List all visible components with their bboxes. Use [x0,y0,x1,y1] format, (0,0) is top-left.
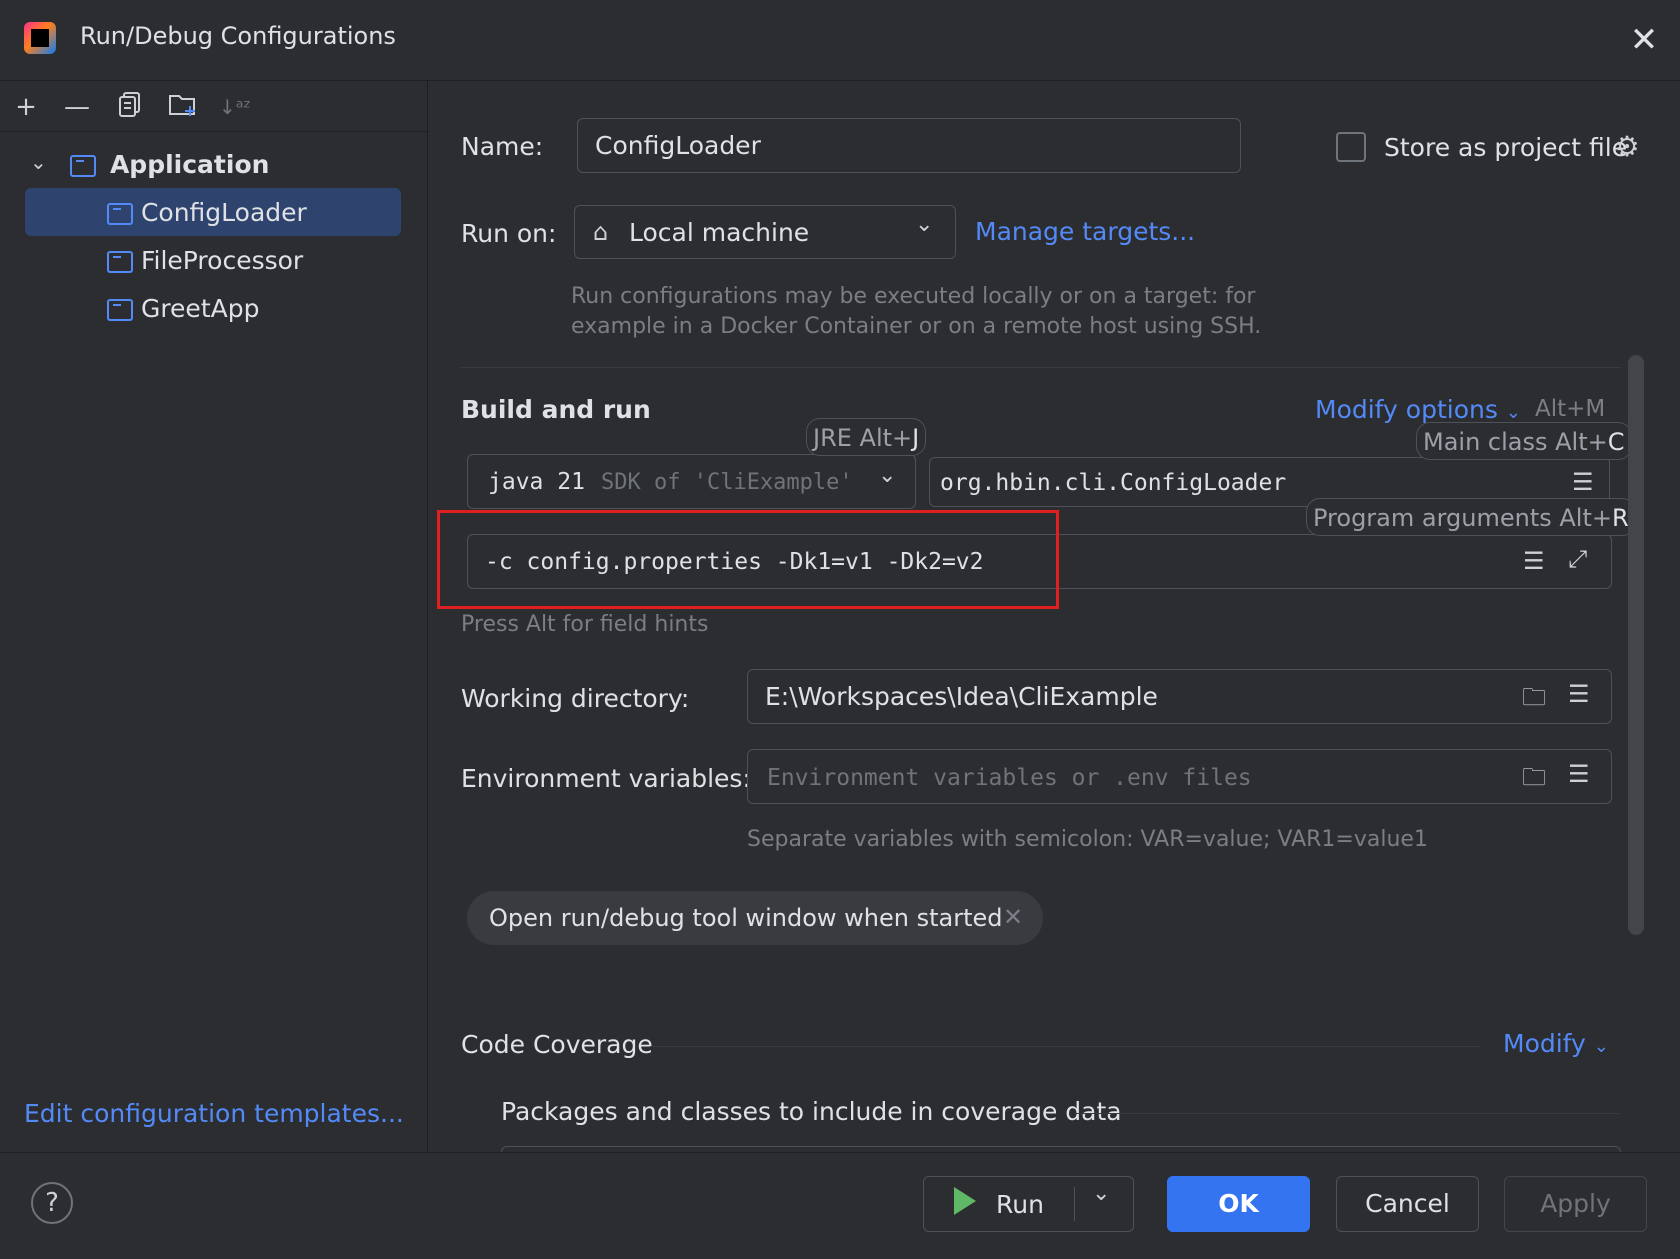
main-class-hint-text: Main class Alt+ [1423,428,1608,456]
name-value: ConfigLoader [595,131,761,160]
code-coverage-title: Code Coverage [461,1030,653,1059]
application-icon [107,251,133,273]
divider [1075,1113,1620,1114]
program-args-hint-badge: Program arguments Alt+R [1306,498,1636,536]
chevron-down-icon: ⌄ [1505,402,1521,423]
run-on-value: Local machine [629,218,810,247]
run-on-hint-line1: Run configurations may be executed local… [571,284,1256,309]
run-on-label: Run on: [461,219,557,248]
add-icon[interactable]: + [9,90,43,124]
jre-hint-text: JRE Alt+ [813,424,913,452]
application-icon [107,299,133,321]
chevron-down-icon[interactable]: ⌄ [30,150,50,174]
tree-item-fileprocessor[interactable]: FileProcessor [107,239,303,283]
manage-targets-link[interactable]: Manage targets... [975,217,1195,246]
list-icon[interactable]: ☰ [1568,680,1590,708]
list-icon[interactable]: ☰ [1568,760,1590,788]
working-dir-value: E:\Workspaces\Idea\CliExample [765,682,1158,711]
main-class-value: org.hbin.cli.ConfigLoader [940,470,1287,496]
expand-icon[interactable]: ⤢ [1568,545,1587,573]
tree-item-application[interactable]: Application [70,143,269,187]
list-icon[interactable]: ☰ [1572,468,1594,496]
edit-templates-link[interactable]: Edit configuration templates... [24,1099,404,1128]
divider [1074,1187,1075,1221]
program-args-hint-text: Program arguments Alt+ [1313,504,1612,532]
chevron-down-icon: ⌄ [1593,1036,1609,1057]
jdk-detail: SDK of 'CliExample' [601,470,853,495]
intellij-logo-icon [24,22,56,54]
sort-icon[interactable]: ↓ᵃᶻ [218,90,252,124]
coverage-packages-label: Packages and classes to include in cover… [501,1097,1122,1126]
chevron-down-icon: ⌄ [915,212,934,237]
modify-options-label: Modify options [1315,395,1498,424]
list-icon[interactable]: ☰ [1523,547,1545,575]
working-dir-input[interactable]: E:\Workspaces\Idea\CliExample 🗀 ☰ [747,669,1612,724]
ok-button[interactable]: OK [1167,1176,1310,1232]
remove-icon[interactable]: — [60,90,94,124]
name-input[interactable]: ConfigLoader [577,118,1241,173]
divider [650,1046,1480,1047]
run-on-hint-line2: example in a Docker Container or on a re… [571,314,1262,339]
tree-item-greetapp[interactable]: GreetApp [107,287,259,331]
jdk-dropdown[interactable]: java 21 SDK of 'CliExample' ⌄ [467,454,916,509]
env-placeholder: Environment variables or .env files [767,765,1252,791]
folder-icon[interactable]: 🗀 [1522,680,1546,721]
tree-item-label: FileProcessor [140,246,304,275]
store-project-checkbox[interactable] [1336,132,1366,162]
main-class-hint-badge: Main class Alt+C [1416,422,1632,460]
close-icon[interactable]: ✕ [1626,22,1662,58]
gear-icon[interactable]: ⚙ [1610,130,1644,163]
tree-item-label: GreetApp [140,294,260,323]
apply-button[interactable]: Apply [1504,1176,1647,1232]
new-folder-icon[interactable] [166,90,200,124]
build-run-title: Build and run [461,395,651,424]
working-dir-label: Working directory: [461,684,690,713]
name-label: Name: [461,132,544,161]
jre-hint-key: J [912,424,920,452]
jdk-value: java 21 [488,469,585,495]
cancel-button[interactable]: Cancel [1336,1176,1479,1232]
run-button-group: Run ⌄ [923,1176,1134,1232]
help-button[interactable]: ? [31,1182,73,1224]
tree-item-label: ConfigLoader [140,198,307,227]
open-tool-window-chip[interactable]: Open run/debug tool window when started … [467,891,1043,945]
tree-item-configloader[interactable]: ConfigLoader [107,191,307,235]
store-project-label[interactable]: Store as project file [1384,133,1627,162]
folder-icon[interactable]: 🗀 [1522,760,1546,801]
open-tool-window-label: Open run/debug tool window when started [489,904,1003,932]
scrollbar[interactable] [1628,355,1644,935]
copy-icon[interactable] [113,90,147,124]
close-icon[interactable]: ✕ [1003,903,1023,931]
coverage-modify-label: Modify [1503,1029,1586,1058]
run-button[interactable]: Run [996,1190,1044,1219]
main-class-hint-key: C [1607,428,1625,456]
env-label: Environment variables: [461,764,751,793]
tree-item-label: Application [109,150,270,179]
modify-options-link[interactable]: Modify options ⌄ [1315,395,1521,424]
divider [461,367,1621,368]
program-args-hint-key: R [1612,504,1629,532]
jre-hint-badge: JRE Alt+J [806,418,927,456]
chevron-down-icon[interactable]: ⌄ [1092,1181,1110,1206]
modify-shortcut: Alt+M [1535,396,1606,422]
run-icon[interactable] [954,1187,976,1215]
env-hint: Separate variables with semicolon: VAR=v… [747,827,1428,852]
application-icon [107,203,133,225]
chevron-down-icon: ⌄ [878,463,897,488]
application-icon [70,155,96,177]
field-hints-text: Press Alt for field hints [461,612,709,637]
window-title: Run/Debug Configurations [80,22,396,50]
env-input[interactable]: Environment variables or .env files 🗀 ☰ [747,749,1612,804]
home-icon: ⌂ [593,218,609,246]
coverage-modify-link[interactable]: Modify ⌄ [1503,1029,1609,1058]
highlight-box [437,510,1059,609]
run-on-dropdown[interactable]: ⌂ Local machine ⌄ [574,205,956,259]
